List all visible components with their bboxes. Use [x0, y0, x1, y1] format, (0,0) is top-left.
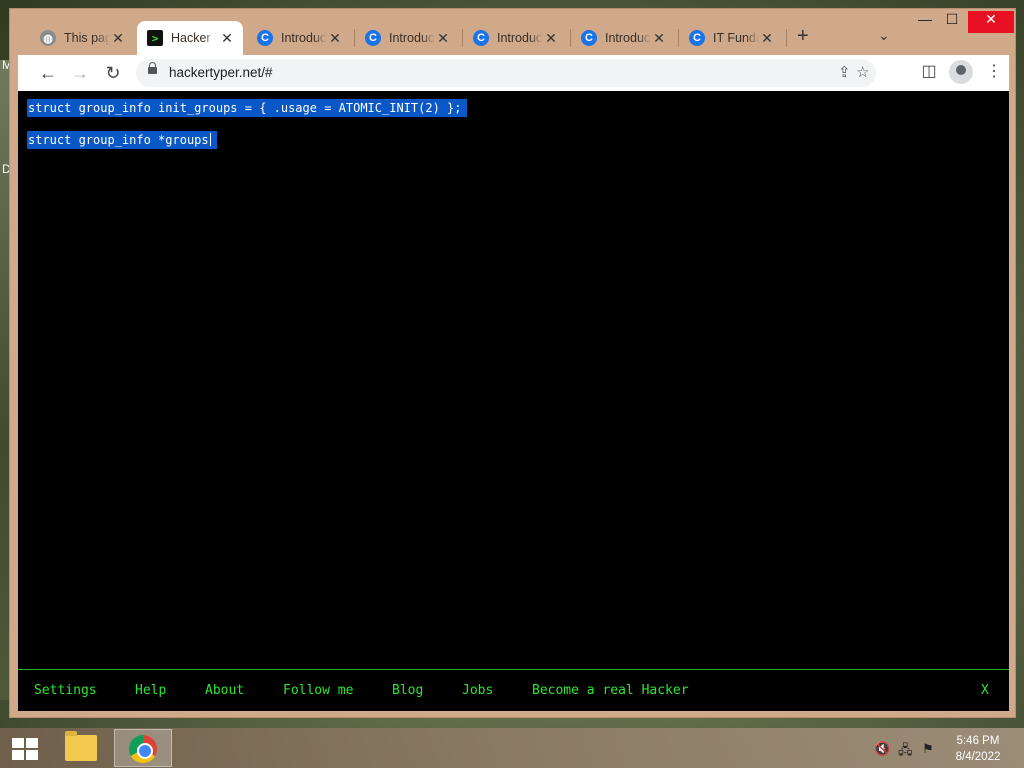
footer-link-jobs[interactable]: Jobs — [462, 683, 493, 698]
tab-strip: ◍ This page ✕ > Hacker Typer ✕ C Introdu… — [10, 9, 1015, 55]
tab-this-page[interactable]: ◍ This page ✕ — [30, 21, 134, 55]
chrome-taskbar-button[interactable] — [114, 729, 172, 767]
profile-avatar[interactable] — [949, 60, 973, 84]
tab-it-fundamentals[interactable]: C IT Fundamentals ✕ — [679, 21, 783, 55]
tab-close-icon[interactable]: ✕ — [759, 30, 775, 47]
footer-link-blog[interactable]: Blog — [392, 683, 423, 698]
volume-muted-icon[interactable]: 🔇 — [874, 741, 890, 757]
terminal-icon: > — [147, 30, 163, 46]
code-output[interactable]: struct group_info init_groups = { .usage… — [27, 99, 468, 149]
tab-title: This page — [64, 31, 110, 45]
windows-start-icon[interactable] — [12, 738, 38, 760]
tab-close-icon[interactable]: ✕ — [327, 30, 343, 47]
tab-title: IT Fundamentals — [713, 31, 759, 45]
reload-icon[interactable]: ↻ — [101, 61, 125, 85]
footer-close-button[interactable]: X — [981, 683, 989, 698]
browser-window: ◍ This page ✕ > Hacker Typer ✕ C Introdu… — [9, 8, 1016, 718]
network-icon[interactable]: 🖧 — [898, 741, 913, 763]
tab-hacker-typer[interactable]: > Hacker Typer ✕ — [137, 21, 243, 55]
forward-arrow-icon[interactable]: → — [68, 61, 92, 85]
tab-close-icon[interactable]: ✕ — [110, 30, 126, 47]
tab-close-icon[interactable]: ✕ — [219, 30, 235, 47]
tab-separator — [786, 29, 787, 47]
file-explorer-icon[interactable] — [65, 731, 97, 761]
tab-search-chevron-icon[interactable]: ⌄ — [878, 27, 890, 44]
tab-close-icon[interactable]: ✕ — [435, 30, 451, 47]
new-tab-button[interactable]: + — [797, 25, 809, 48]
maximize-button[interactable]: ☐ — [936, 11, 968, 33]
c-icon: C — [473, 30, 489, 46]
c-icon: C — [689, 30, 705, 46]
tab-close-icon[interactable]: ✕ — [651, 30, 667, 47]
url-text[interactable]: hackertyper.net/# — [169, 65, 273, 80]
globe-icon: ◍ — [40, 30, 56, 46]
tab-title: Introduction — [281, 31, 327, 45]
share-icon[interactable]: ⇪ — [838, 63, 851, 81]
back-arrow-icon[interactable]: ← — [36, 61, 60, 85]
code-line: struct group_info init_groups = { .usage… — [27, 99, 468, 117]
tab-title: Introduction — [605, 31, 651, 45]
side-panel-icon[interactable]: ◫ — [917, 61, 941, 81]
clock-date: 8/4/2022 — [955, 751, 1001, 763]
menu-kebab-icon[interactable]: ⋮ — [982, 61, 1006, 81]
bookmark-star-icon[interactable]: ☆ — [856, 63, 869, 81]
tab-title: Introduction — [389, 31, 435, 45]
tab-introduction-2[interactable]: C Introduction ✕ — [355, 21, 459, 55]
browser-toolbar: ← → ↻ hackertyper.net/# ⇪ ☆ ◫ ⋮ — [18, 55, 1009, 91]
tab-introduction-1[interactable]: C Introduction ✕ — [247, 21, 351, 55]
c-icon: C — [257, 30, 273, 46]
tab-introduction-3[interactable]: C Introduction ✕ — [463, 21, 567, 55]
footer-bar: Settings Help About Follow me Blog Jobs … — [18, 669, 1009, 711]
chrome-icon — [129, 735, 157, 763]
taskbar: 🔇 🖧 ⚑ 5:46 PM 8/4/2022 — [0, 728, 1024, 768]
address-bar[interactable]: hackertyper.net/# ⇪ ☆ — [136, 59, 876, 87]
footer-link-settings[interactable]: Settings — [34, 683, 97, 698]
system-clock[interactable]: 5:46 PM 8/4/2022 — [948, 733, 1008, 765]
tab-introduction-4[interactable]: C Introduction ✕ — [571, 21, 675, 55]
c-icon: C — [581, 30, 597, 46]
clock-time: 5:46 PM — [956, 735, 1000, 747]
window-close-button[interactable]: ✕ — [968, 11, 1014, 33]
footer-link-help[interactable]: Help — [135, 683, 166, 698]
text-caret — [209, 133, 211, 146]
footer-link-follow-me[interactable]: Follow me — [283, 683, 353, 698]
code-line: struct group_info *groups — [27, 131, 217, 149]
hacker-typer-page[interactable]: struct group_info init_groups = { .usage… — [18, 91, 1009, 711]
c-icon: C — [365, 30, 381, 46]
footer-link-about[interactable]: About — [205, 683, 244, 698]
lock-icon[interactable] — [148, 62, 157, 74]
action-center-flag-icon[interactable]: ⚑ — [922, 741, 934, 757]
tab-title: Hacker Typer — [171, 31, 217, 45]
footer-link-become-hacker[interactable]: Become a real Hacker — [532, 683, 689, 698]
tab-close-icon[interactable]: ✕ — [543, 30, 559, 47]
tab-title: Introduction — [497, 31, 543, 45]
